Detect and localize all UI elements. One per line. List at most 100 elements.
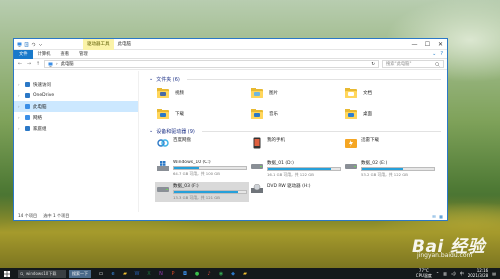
folder-item[interactable]: 文档	[345, 84, 439, 102]
file-explorer-icon[interactable]: ▰	[121, 270, 129, 278]
drive-item[interactable]: DVD RW 驱动器 (H:)	[249, 182, 343, 202]
qq-icon[interactable]: ◆	[229, 270, 237, 278]
folder-label: 图片	[269, 91, 278, 96]
hdd-icon	[157, 183, 169, 195]
path-separator: ›	[56, 61, 58, 67]
tab-computer[interactable]: 计算机	[33, 50, 56, 59]
devices-group-header[interactable]: ⌄ 设备和驱动器 (9)	[149, 126, 447, 136]
folders-group-header[interactable]: ⌄ 文件夹 (6)	[149, 74, 447, 84]
tab-file[interactable]: 文件	[14, 49, 33, 59]
drive-item[interactable]: 数据_01 (D:) 16.1 GB 可用，共 122 GB	[249, 159, 343, 179]
start-button[interactable]	[0, 268, 14, 279]
expand-ribbon-button[interactable]: ⌄	[432, 51, 436, 57]
clock-date: 2021/3/28	[467, 272, 489, 278]
expand-arrow-icon[interactable]: ›	[18, 126, 22, 131]
powerpoint-icon[interactable]: P	[169, 270, 177, 278]
excel-icon[interactable]: X	[145, 270, 153, 278]
taskbar-search-text: windows10下载	[26, 270, 57, 276]
expand-arrow-icon[interactable]: ›	[18, 115, 22, 120]
network-icon[interactable]: ▥	[443, 271, 447, 276]
folder-item[interactable]: 桌面	[345, 105, 439, 123]
network-icon	[25, 115, 30, 120]
search-input[interactable]: 搜索"此电脑"	[382, 60, 444, 68]
explorer-window-icon[interactable]: ▰	[241, 270, 249, 278]
drive-details: DVD RW 驱动器 (H:)	[267, 183, 341, 189]
sidebar-item-computer[interactable]: › 此电脑	[14, 101, 138, 112]
tiles-view-button[interactable]: ▦	[439, 214, 443, 219]
folder-icon	[251, 109, 263, 119]
sidebar-item-cloud[interactable]: › OneDrive	[14, 90, 138, 101]
folder-item[interactable]: 图片	[251, 84, 345, 102]
drive-name: 我的手机	[267, 138, 285, 143]
expand-arrow-icon[interactable]: ›	[18, 82, 22, 87]
drive-free-space: 16.1 GB 可用，共 122 GB	[267, 172, 314, 177]
volume-icon[interactable]: ◁)	[451, 271, 456, 276]
store-icon[interactable]: ◘	[181, 270, 189, 278]
chevron-up-icon[interactable]: ⌃	[436, 271, 439, 276]
folder-item[interactable]: 下载	[157, 105, 251, 123]
address-path: 此电脑	[60, 62, 74, 67]
search-icon	[20, 271, 24, 276]
folder-icon	[251, 88, 263, 98]
sidebar-item-star[interactable]: › 快速访问	[14, 79, 138, 90]
back-button[interactable]: ←	[17, 61, 23, 67]
sidebar-item-homegroup[interactable]: › 家庭组	[14, 123, 138, 134]
drive-details: 数据_02 (E:) 53.2 GB 可用，共 122 GB	[361, 160, 435, 178]
folder-label: 文档	[363, 91, 372, 96]
properties-icon[interactable]	[24, 41, 29, 47]
cpu-temp-widget[interactable]: 77°C CPU温度	[415, 268, 432, 278]
onenote-icon[interactable]: N	[157, 270, 165, 278]
cpu-temp-label: CPU温度	[415, 272, 432, 278]
address-bar[interactable]: › 此电脑 ↻	[44, 60, 379, 68]
refresh-button[interactable]: ↻	[371, 62, 378, 67]
dropdown-icon[interactable]	[38, 42, 43, 47]
folder-badge-icon	[348, 92, 354, 96]
edge-icon[interactable]: e	[109, 270, 117, 278]
drive-item[interactable]: 数据_02 (E:) 53.2 GB 可用，共 122 GB	[343, 159, 437, 179]
minimize-button[interactable]: —	[408, 39, 421, 50]
forward-button[interactable]: →	[26, 61, 32, 67]
window-body: › 快速访问 › OneDrive › 此电脑 › 网络 › 家庭组 ⌄ 文件夹 (6) 视频 图片…	[14, 71, 447, 212]
maximize-button[interactable]: ☐	[421, 39, 434, 50]
windows-logo-icon	[4, 270, 10, 277]
expand-arrow-icon[interactable]: ›	[18, 93, 22, 98]
close-button[interactable]: ✕	[434, 39, 447, 50]
tab-view[interactable]: 查看	[55, 50, 74, 59]
folder-item[interactable]: 音乐	[251, 105, 345, 123]
help-button[interactable]: ?	[440, 51, 443, 57]
watermark-site: jingyan.baidu.com	[417, 252, 473, 259]
notifications-icon[interactable]: ▤	[492, 271, 496, 276]
folder-item[interactable]: 视频	[157, 84, 251, 102]
navigation-pane: › 快速访问 › OneDrive › 此电脑 › 网络 › 家庭组	[14, 71, 139, 212]
drive-name: 数据_03 (F:)	[173, 184, 199, 189]
drive-item[interactable]: Windows_10 (C:) 64.7 GB 可用，共 100 GB	[155, 159, 249, 179]
word-icon[interactable]: W	[133, 270, 141, 278]
drive-item[interactable]: 百度网盘	[155, 136, 249, 156]
folders-grid: 视频 图片 文档下载 音乐 桌面	[149, 84, 447, 123]
folders-group-title: 文件夹 (6)	[156, 76, 180, 83]
up-button[interactable]: ↑	[35, 61, 41, 67]
drive-item[interactable]: 我的手机	[249, 136, 343, 156]
wechat-icon[interactable]: ●	[193, 270, 201, 278]
input-language[interactable]: 中	[460, 271, 464, 277]
drive-usage-bar	[173, 166, 247, 170]
sidebar-item-network[interactable]: › 网络	[14, 112, 138, 123]
drive-tools-tab[interactable]: 驱动器工具	[83, 38, 114, 50]
taskbar-search-button[interactable]: 搜索一下	[69, 269, 91, 278]
folder-label: 音乐	[269, 112, 278, 117]
chrome-icon[interactable]: ◉	[217, 270, 225, 278]
clock[interactable]: 12:16 2021/3/28	[467, 268, 489, 278]
quick-access-toolbar	[14, 41, 43, 47]
expand-arrow-icon[interactable]: ›	[18, 104, 22, 109]
chevron-down-icon: ⌄	[149, 76, 154, 82]
drive-item[interactable]: 迅雷下载	[343, 136, 437, 156]
undo-icon[interactable]	[31, 42, 36, 47]
music-app-icon[interactable]: ♪	[205, 270, 213, 278]
details-view-button[interactable]: ☷	[432, 214, 436, 219]
folder-badge-icon	[160, 92, 166, 96]
drive-details: 我的手机	[267, 137, 341, 143]
taskbar-search-input[interactable]: windows10下载	[18, 269, 66, 278]
task-view-icon[interactable]: ▭	[97, 270, 105, 278]
drive-item[interactable]: 数据_03 (F:) 13.3 GB 可用，共 121 GB	[155, 182, 249, 202]
tab-manage[interactable]: 管理	[74, 50, 93, 59]
